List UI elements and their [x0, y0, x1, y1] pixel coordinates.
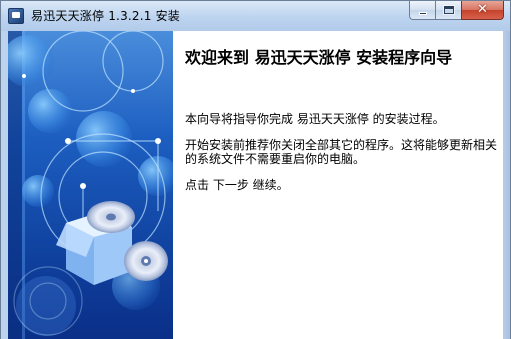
window-title: 易迅天天涨停 1.3.2.1 安装	[31, 9, 181, 23]
title-bar[interactable]: 易迅天天涨停 1.3.2.1 安装 ✕	[1, 1, 510, 31]
minimize-button[interactable]	[409, 1, 435, 20]
wizard-banner-image	[8, 31, 173, 339]
wizard-close-apps-text: 开始安装前推荐你关闭全部其它的程序。这将能够更新相关的系统文件不需要重启你的电脑…	[185, 138, 498, 166]
installer-window: 易迅天天涨停 1.3.2.1 安装 ✕ 欢迎来到 易迅天天涨停 安装程序向导 本…	[0, 0, 511, 339]
wizard-client-area: 欢迎来到 易迅天天涨停 安装程序向导 本向导将指导你完成 易迅天天涨停 的安装过…	[8, 31, 505, 339]
wizard-intro-text: 本向导将指导你完成 易迅天天涨停 的安装过程。	[185, 112, 445, 126]
maximize-icon	[443, 5, 455, 15]
window-frame-right	[503, 31, 510, 339]
wizard-content-panel: 欢迎来到 易迅天天涨停 安装程序向导 本向导将指导你完成 易迅天天涨停 的安装过…	[173, 31, 505, 339]
close-icon: ✕	[477, 2, 488, 17]
welcome-heading: 欢迎来到 易迅天天涨停 安装程序向导	[185, 48, 453, 67]
minimize-icon	[419, 12, 427, 15]
maximize-button[interactable]	[435, 1, 461, 20]
cd-banner-graphic	[8, 31, 173, 339]
close-button[interactable]: ✕	[461, 1, 504, 20]
window-controls: ✕	[409, 1, 504, 21]
wizard-continue-text: 点击 下一步 继续。	[185, 178, 289, 192]
app-icon[interactable]	[8, 8, 24, 24]
